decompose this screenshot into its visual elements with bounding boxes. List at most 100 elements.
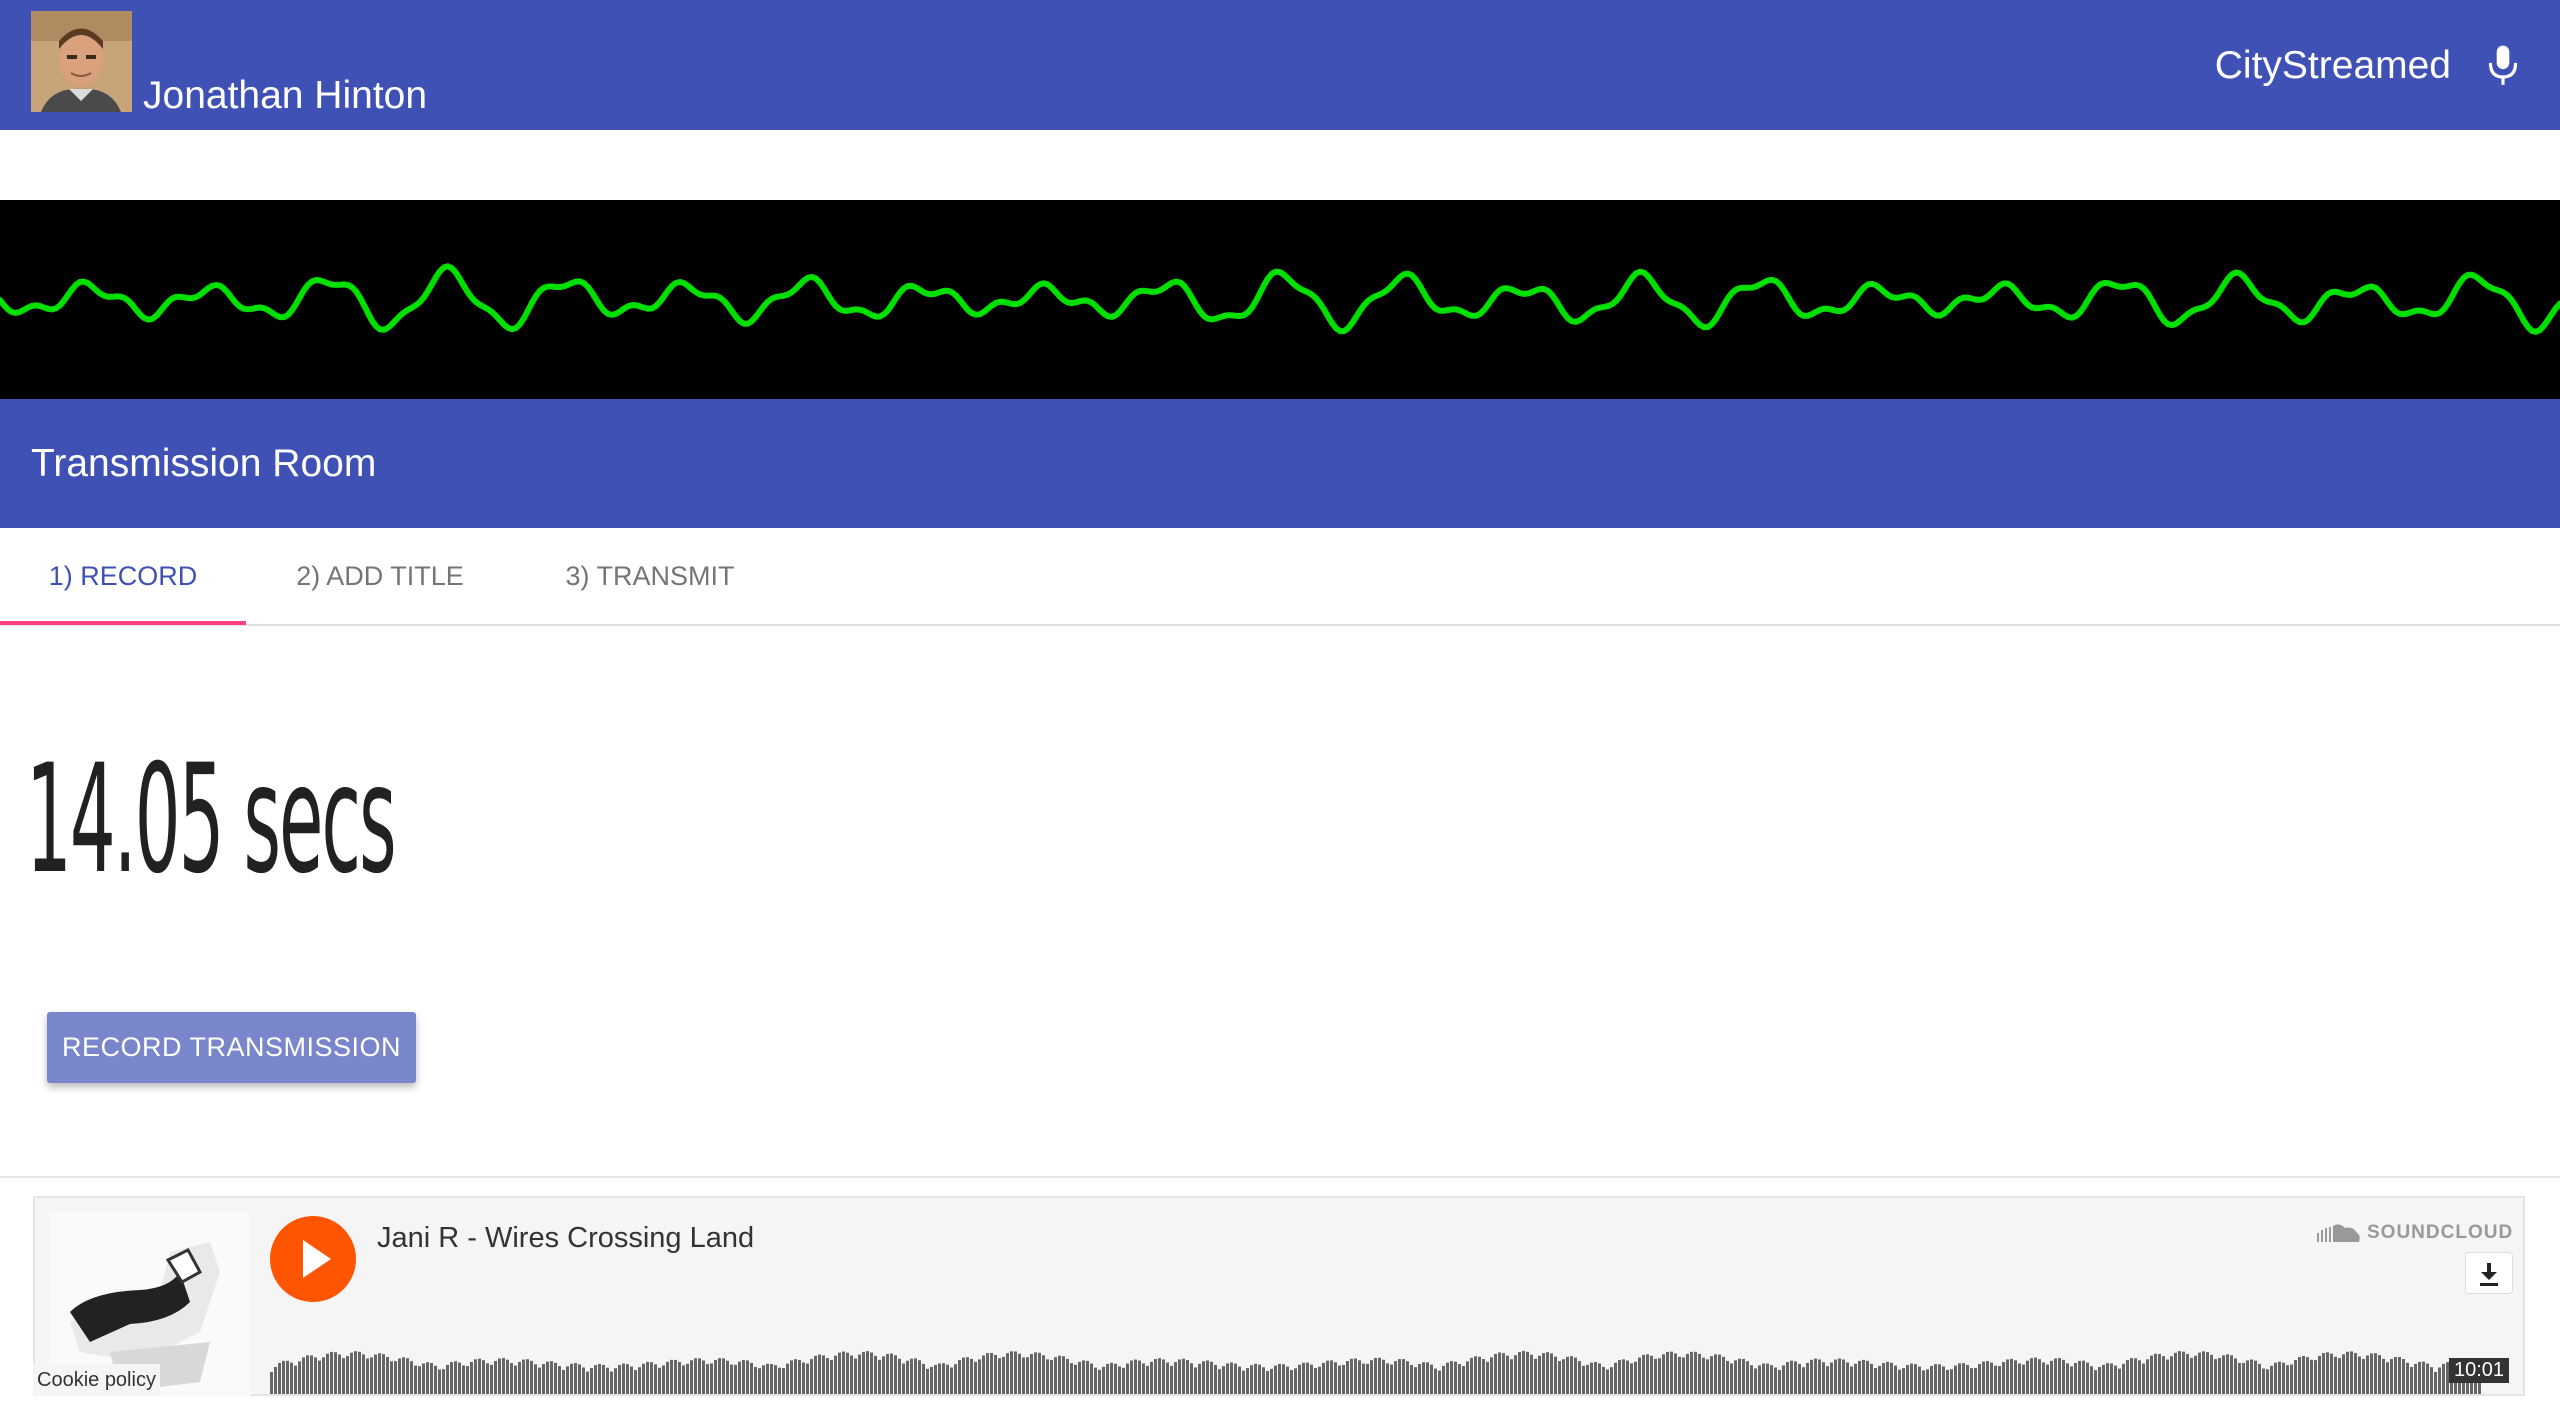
waveform-bar	[466, 1366, 469, 1394]
waveform-bar	[762, 1365, 765, 1394]
cookie-policy-link[interactable]: Cookie policy	[33, 1364, 160, 1396]
waveform-bar	[470, 1361, 473, 1394]
waveform-bar	[1378, 1357, 1381, 1394]
waveform-bar	[1902, 1368, 1905, 1394]
waveform-bar	[1066, 1358, 1069, 1394]
soundcloud-logo[interactable]: SOUNDCLOUD	[2317, 1222, 2513, 1244]
tab-add-title[interactable]: 2) ADD TITLE	[270, 528, 490, 624]
waveform-bar	[430, 1363, 433, 1394]
waveform-bar	[1978, 1364, 1981, 1394]
waveform-bar	[1658, 1358, 1661, 1394]
waveform-bar	[1938, 1364, 1941, 1394]
waveform-bar	[1550, 1353, 1553, 1394]
waveform-bar	[926, 1368, 929, 1394]
waveform-bar	[506, 1359, 509, 1394]
waveform-bar	[866, 1351, 869, 1394]
waveform-bar	[1150, 1361, 1153, 1394]
waveform-bar	[778, 1367, 781, 1394]
waveform-bar	[2422, 1361, 2425, 1394]
waveform-bar	[1322, 1362, 1325, 1394]
waveform-bar	[1998, 1366, 2001, 1394]
waveform-bar	[1438, 1370, 1441, 1394]
waveform-bar	[2082, 1360, 2085, 1394]
waveform-bar	[1626, 1360, 1629, 1394]
waveform-bar	[1386, 1363, 1389, 1394]
waveform-bar	[690, 1360, 693, 1394]
waveform-bar	[906, 1360, 909, 1394]
waveform-bar	[594, 1365, 597, 1394]
waveform-bar	[670, 1359, 673, 1394]
waveform-bar	[1238, 1366, 1241, 1394]
waveform-bar	[698, 1358, 701, 1394]
waveform-bar	[1918, 1366, 1921, 1394]
waveform-bar	[614, 1368, 617, 1394]
waveform-bar	[2442, 1363, 2445, 1394]
waveform-bar	[398, 1358, 401, 1394]
waveform-bar	[390, 1361, 393, 1394]
waveform-bar	[2438, 1367, 2441, 1394]
tab-transmit[interactable]: 3) TRANSMIT	[540, 528, 760, 624]
waveform-bar	[1278, 1363, 1281, 1394]
waveform-bar	[302, 1357, 305, 1394]
waveform-bar	[2234, 1358, 2237, 1394]
waveform-bar	[2162, 1356, 2165, 1394]
track-title[interactable]: Jani R - Wires Crossing Land	[377, 1222, 754, 1255]
waveform-bar	[806, 1363, 809, 1394]
visualizer-waveform	[0, 263, 2560, 335]
waveform-bar	[1274, 1365, 1277, 1394]
waveform-bar	[562, 1369, 565, 1394]
waveform-bar	[2002, 1362, 2005, 1394]
microphone-icon[interactable]	[2484, 44, 2522, 88]
waveform-bar	[1486, 1361, 1489, 1394]
waveform-bar	[2062, 1359, 2065, 1394]
waveform-bar	[530, 1360, 533, 1394]
waveform-bar	[450, 1362, 453, 1394]
waveform-bar	[2254, 1360, 2257, 1394]
track-waveform[interactable]	[270, 1318, 2482, 1394]
waveform-bar	[1026, 1357, 1029, 1394]
record-transmission-button[interactable]: RECORD TRANSMISSION	[47, 1012, 416, 1083]
waveform-bar	[1686, 1353, 1689, 1394]
waveform-bar	[2350, 1351, 2353, 1394]
user-avatar[interactable]	[31, 11, 132, 112]
waveform-bar	[1442, 1366, 1445, 1394]
waveform-bar	[2054, 1358, 2057, 1394]
waveform-bar	[1398, 1359, 1401, 1394]
waveform-bar	[850, 1355, 853, 1394]
waveform-bar	[498, 1358, 501, 1394]
waveform-bar	[438, 1369, 441, 1394]
waveform-bar	[1094, 1367, 1097, 1394]
waveform-bar	[2390, 1359, 2393, 1394]
waveform-bar	[1722, 1356, 1725, 1394]
waveform-bar	[1610, 1367, 1613, 1394]
waveform-bar	[1926, 1369, 1929, 1394]
waveform-bar	[1358, 1360, 1361, 1394]
waveform-bar	[1242, 1370, 1245, 1394]
waveform-bar	[1518, 1352, 1521, 1394]
waveform-bar	[1478, 1356, 1481, 1394]
play-button[interactable]	[270, 1216, 356, 1302]
waveform-bar	[434, 1365, 437, 1394]
waveform-bar	[558, 1366, 561, 1394]
waveform-bar	[350, 1352, 353, 1394]
waveform-bar	[1898, 1369, 1901, 1394]
room-title: Transmission Room	[31, 442, 377, 485]
waveform-bar	[1266, 1371, 1269, 1394]
waveform-bar	[374, 1354, 377, 1394]
waveform-bar	[794, 1359, 797, 1394]
waveform-bar	[738, 1361, 741, 1394]
waveform-bar	[1674, 1353, 1677, 1394]
waveform-bar	[1682, 1357, 1685, 1394]
download-button[interactable]	[2465, 1252, 2513, 1294]
waveform-bar	[2294, 1360, 2297, 1394]
waveform-bar	[426, 1362, 429, 1394]
waveform-bar	[658, 1367, 661, 1394]
waveform-bar	[2174, 1352, 2177, 1394]
waveform-bar	[1654, 1358, 1657, 1394]
waveform-bar	[1850, 1366, 1853, 1394]
waveform-bar	[1030, 1353, 1033, 1394]
waveform-bar	[1202, 1361, 1205, 1394]
tab-record[interactable]: 1) RECORD	[0, 528, 246, 624]
waveform-bar	[1646, 1354, 1649, 1394]
waveform-bar	[1470, 1357, 1473, 1394]
